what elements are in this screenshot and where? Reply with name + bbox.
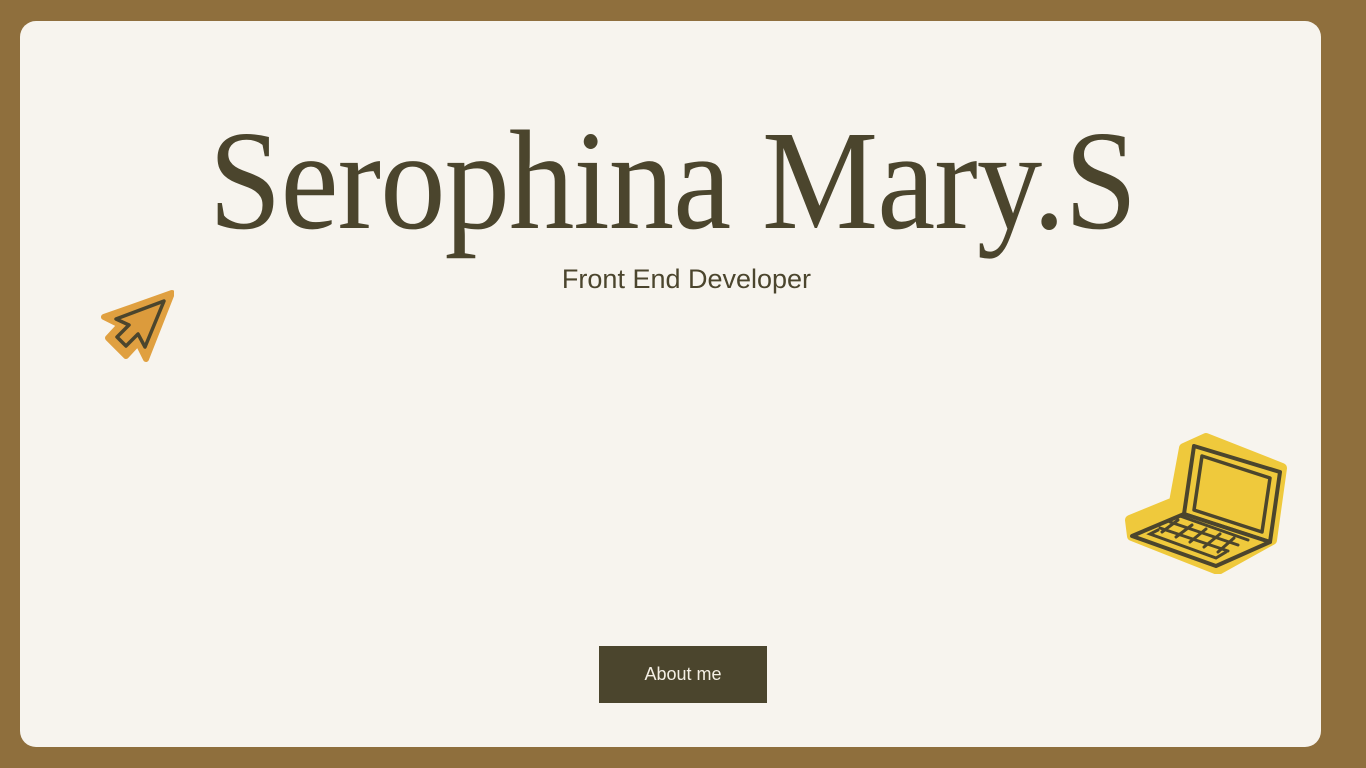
- laptop-icon: [1125, 433, 1287, 574]
- hero-name: Serophina Mary.S: [208, 101, 1137, 259]
- hero-card: Serophina Mary.S Front End Developer Abo…: [20, 21, 1321, 747]
- about-me-button[interactable]: About me: [599, 646, 767, 703]
- hero-role: Front End Developer: [561, 264, 812, 294]
- cursor-arrow-icon: [101, 290, 174, 362]
